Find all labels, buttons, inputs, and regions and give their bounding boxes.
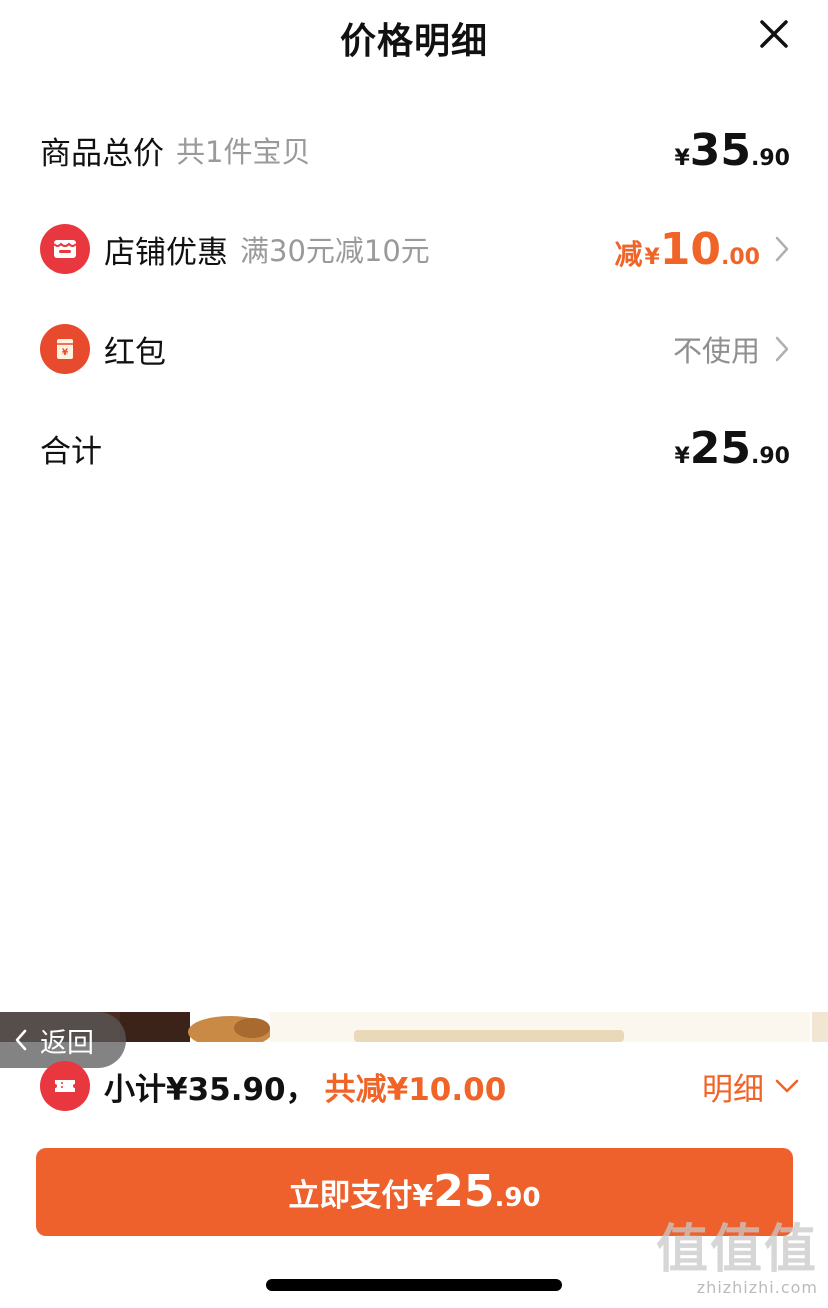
pay-price-decimal: .90: [494, 1183, 541, 1213]
page-title: 价格明细: [339, 21, 488, 62]
price-integer: 25: [689, 422, 752, 474]
discount-prefix: 减: [614, 237, 643, 271]
watermark-url: zhizhizhi.com: [696, 1278, 818, 1297]
red-packet-row[interactable]: ¥ 红包 不使用: [40, 319, 790, 379]
store-icon: [40, 224, 90, 274]
watermark-logo: 值值值: [655, 1220, 818, 1280]
currency-symbol: ¥: [644, 244, 660, 270]
coupon-icon: [40, 1061, 90, 1111]
price-decimal: .90: [751, 443, 790, 469]
store-discount-rule: 满30元减10元: [240, 234, 430, 268]
currency-symbol: ¥: [674, 443, 690, 469]
svg-text:¥: ¥: [62, 348, 69, 358]
store-discount-amount: 减 ¥ 10 .00: [614, 224, 760, 275]
item-count: 共1件宝贝: [176, 135, 311, 169]
goods-total-label: 商品总价: [40, 135, 164, 172]
red-packet-value: 不使用: [672, 334, 760, 368]
price-decimal: .00: [721, 244, 760, 270]
saved-text: 共减¥10.00: [324, 1071, 507, 1108]
total-label: 合计: [40, 433, 102, 470]
currency-symbol: ¥: [674, 145, 690, 171]
price-integer: 10: [659, 223, 722, 275]
chevron-down-icon: [775, 1079, 799, 1093]
pay-label: 立即支付: [288, 1178, 413, 1214]
store-discount-row[interactable]: 店铺优惠 满30元减10元 减 ¥ 10 .00: [40, 219, 790, 279]
goods-total-price: ¥ 35 .90: [674, 125, 790, 176]
price-decimal: .90: [751, 145, 790, 171]
watermark: 值值值 zhizhizhi.com: [656, 1222, 818, 1297]
total-price: ¥ 25 .90: [674, 423, 790, 474]
chevron-right-icon: [774, 335, 790, 363]
chevron-right-icon: [774, 235, 790, 263]
chevron-left-icon: [15, 1029, 27, 1051]
detail-label: 明细: [702, 1071, 764, 1108]
red-packet-icon: ¥: [40, 324, 90, 374]
home-indicator[interactable]: [266, 1279, 562, 1291]
back-label: 返回: [40, 1027, 94, 1059]
detail-toggle[interactable]: 明细: [702, 1064, 800, 1109]
goods-total-row: 商品总价 共1件宝贝 ¥ 35 .90: [40, 120, 790, 180]
red-packet-label: 红包: [104, 334, 166, 371]
pay-price-integer: 25: [433, 1166, 495, 1217]
total-row: 合计 ¥ 25 .90: [40, 418, 790, 478]
currency-symbol: ¥: [412, 1179, 434, 1214]
subtotal-text: 小计¥35.90，: [104, 1071, 317, 1108]
close-icon: [760, 20, 788, 48]
close-button[interactable]: [750, 10, 798, 58]
price-integer: 35: [689, 124, 752, 176]
store-discount-label: 店铺优惠: [104, 234, 228, 271]
summary-bar: 小计¥35.90， 共减¥10.00 明细: [40, 1058, 800, 1114]
price-detail-sheet: 价格明细 商品总价 共1件宝贝 ¥ 35 .90 店铺优惠 满30元减10元 减…: [0, 0, 828, 1308]
